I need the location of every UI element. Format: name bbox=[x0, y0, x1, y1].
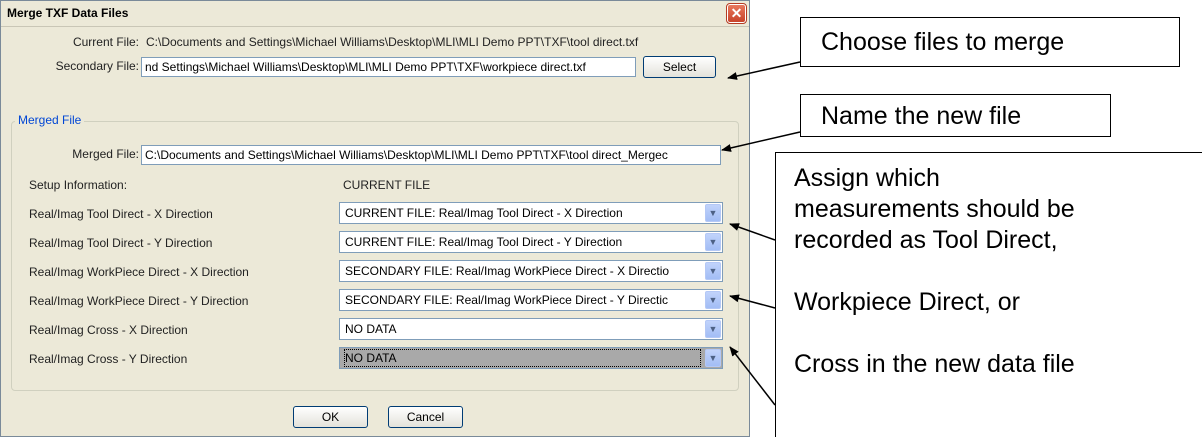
row-label: Real/Imag WorkPiece Direct - Y Direction bbox=[29, 294, 249, 308]
current-file-label: Current File: bbox=[72, 35, 139, 49]
setup-information-value: CURRENT FILE bbox=[343, 178, 431, 192]
row-label: Real/Imag WorkPiece Direct - X Direction bbox=[29, 265, 249, 279]
secondary-file-field[interactable]: nd Settings\Michael Williams\Desktop\MLI… bbox=[141, 57, 636, 77]
chevron-down-icon[interactable]: ▼ bbox=[705, 291, 721, 309]
dialog-title: Merge TXF Data Files bbox=[7, 6, 129, 20]
merge-txf-dialog: Merge TXF Data Files ✕ Current File: C:\… bbox=[0, 0, 750, 437]
workpiece-direct-x-select[interactable]: SECONDARY FILE: Real/Imag WorkPiece Dire… bbox=[339, 260, 723, 282]
row-label: Real/Imag Tool Direct - Y Direction bbox=[29, 236, 213, 250]
merged-file-label: Merged File: bbox=[72, 147, 139, 161]
chevron-down-icon[interactable]: ▼ bbox=[705, 262, 721, 280]
combo-value: SECONDARY FILE: Real/Imag WorkPiece Dire… bbox=[345, 264, 670, 278]
combo-value: NO DATA bbox=[345, 322, 397, 336]
callout-line: Assign which bbox=[794, 164, 940, 192]
combo-value: CURRENT FILE: Real/Imag Tool Direct - Y … bbox=[345, 235, 623, 249]
tool-direct-y-select[interactable]: CURRENT FILE: Real/Imag Tool Direct - Y … bbox=[339, 231, 723, 253]
chevron-down-icon[interactable]: ▼ bbox=[705, 233, 721, 251]
callout-line: Cross in the new data file bbox=[794, 350, 1075, 378]
cross-x-select[interactable]: NO DATA ▼ bbox=[339, 318, 723, 340]
callout-line: measurements should be bbox=[794, 195, 1075, 223]
callout-line: Workpiece Direct, or bbox=[794, 288, 1020, 316]
callout-text: Name the new file bbox=[821, 102, 1022, 130]
combo-value: CURRENT FILE: Real/Imag Tool Direct - X … bbox=[345, 206, 623, 220]
callout-line: recorded as Tool Direct, bbox=[794, 226, 1058, 254]
setup-information-label: Setup Information: bbox=[29, 178, 128, 192]
row-label: Real/Imag Tool Direct - X Direction bbox=[29, 207, 213, 221]
combo-value: NO DATA bbox=[344, 349, 701, 367]
ok-button[interactable]: OK bbox=[293, 406, 368, 428]
cross-y-select[interactable]: NO DATA ▼ bbox=[339, 347, 723, 369]
secondary-file-label: Secondary File: bbox=[55, 59, 139, 73]
title-bar[interactable]: Merge TXF Data Files ✕ bbox=[1, 1, 749, 27]
merged-file-field[interactable]: C:\Documents and Settings\Michael Willia… bbox=[141, 145, 721, 165]
current-file-value: C:\Documents and Settings\Michael Willia… bbox=[146, 35, 639, 49]
chevron-down-icon[interactable]: ▼ bbox=[705, 204, 721, 222]
chevron-down-icon[interactable]: ▼ bbox=[705, 320, 721, 338]
workpiece-direct-y-select[interactable]: SECONDARY FILE: Real/Imag WorkPiece Dire… bbox=[339, 289, 723, 311]
callout-assign: Assign which measurements should be reco… bbox=[775, 152, 1202, 437]
callout-choose-files: Choose files to merge bbox=[800, 17, 1180, 67]
select-button[interactable]: Select bbox=[643, 56, 716, 78]
combo-value: SECONDARY FILE: Real/Imag WorkPiece Dire… bbox=[345, 293, 668, 307]
close-icon[interactable]: ✕ bbox=[726, 3, 747, 24]
callout-text: Choose files to merge bbox=[821, 28, 1065, 56]
row-label: Real/Imag Cross - X Direction bbox=[29, 323, 188, 337]
callout-name-file: Name the new file bbox=[800, 94, 1111, 137]
tool-direct-x-select[interactable]: CURRENT FILE: Real/Imag Tool Direct - X … bbox=[339, 202, 723, 224]
chevron-down-icon[interactable]: ▼ bbox=[705, 349, 721, 367]
merged-file-group-title: Merged File bbox=[15, 113, 85, 127]
cancel-button[interactable]: Cancel bbox=[388, 406, 463, 428]
row-label: Real/Imag Cross - Y Direction bbox=[29, 352, 188, 366]
